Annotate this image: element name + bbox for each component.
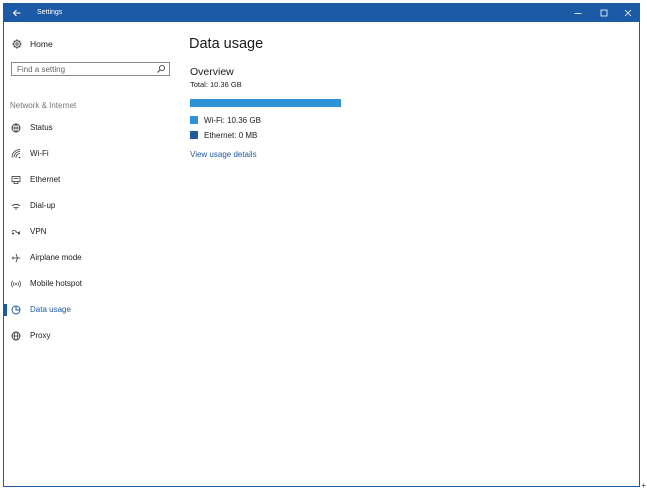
view-usage-details-link[interactable]: View usage details: [190, 150, 257, 159]
usage-bar-fill: [190, 99, 341, 107]
resize-grip[interactable]: +: [641, 481, 646, 490]
search-input[interactable]: [12, 63, 157, 75]
close-button[interactable]: [615, 4, 639, 22]
vpn-icon: [11, 229, 21, 235]
globe-icon: [11, 331, 21, 341]
sidebar: Home Network & Internet Status Wi-Fi Eth…: [4, 22, 182, 486]
sidebar-item-proxy[interactable]: Proxy: [4, 328, 182, 344]
home-label: Home: [30, 39, 53, 49]
sidebar-item-label: Dial-up: [30, 201, 56, 210]
ethernet-color-swatch: [190, 131, 198, 139]
sidebar-item-label: VPN: [30, 227, 47, 236]
main-content: Data usage Overview Total: 10.36 GB Wi-F…: [189, 22, 639, 486]
back-button[interactable]: [4, 4, 28, 22]
data-usage-icon: [11, 305, 21, 315]
close-icon: [624, 9, 632, 17]
sidebar-item-label: Data usage: [30, 305, 71, 314]
maximize-button[interactable]: [591, 4, 617, 22]
home-nav-item[interactable]: Home: [12, 36, 53, 52]
sidebar-item-label: Ethernet: [30, 175, 61, 184]
sidebar-item-label: Mobile hotspot: [30, 279, 83, 288]
selection-indicator: [4, 304, 7, 316]
gear-icon: [12, 39, 22, 49]
window-title: Settings: [37, 9, 63, 16]
status-icon: [11, 123, 21, 133]
sidebar-item-status[interactable]: Status: [4, 120, 182, 136]
usage-bar: [190, 99, 341, 107]
section-heading: Network & Internet: [10, 101, 77, 110]
back-arrow-icon: [12, 9, 20, 17]
wifi-color-swatch: [190, 116, 198, 124]
total-usage: Total: 10.36 GB: [190, 80, 242, 89]
sidebar-item-label: Airplane mode: [30, 253, 82, 262]
minimize-button[interactable]: [565, 4, 591, 22]
sidebar-item-label: Wi-Fi: [30, 149, 49, 158]
minimize-icon: [574, 13, 582, 14]
dialup-icon: [11, 204, 21, 210]
overview-heading: Overview: [190, 66, 234, 78]
search-icon[interactable]: [156, 64, 166, 74]
wifi-icon: [11, 149, 21, 159]
sidebar-item-dialup[interactable]: Dial-up: [4, 198, 182, 214]
page-title: Data usage: [189, 36, 264, 52]
legend-label: Ethernet: 0 MB: [204, 130, 258, 140]
sidebar-item-data-usage[interactable]: Data usage: [4, 302, 182, 318]
sidebar-item-wifi[interactable]: Wi-Fi: [4, 146, 182, 162]
legend-label: Wi-Fi: 10.36 GB: [204, 115, 261, 125]
sidebar-item-label: Status: [30, 123, 53, 132]
sidebar-item-vpn[interactable]: VPN: [4, 224, 182, 240]
sidebar-item-mobile-hotspot[interactable]: Mobile hotspot: [4, 276, 182, 292]
settings-window: Settings Home Network & Internet Status …: [3, 3, 640, 487]
hotspot-icon: [11, 280, 21, 288]
sidebar-item-label: Proxy: [30, 331, 51, 340]
title-bar: Settings: [4, 4, 639, 22]
legend-item-ethernet: Ethernet: 0 MB: [190, 129, 257, 141]
ethernet-icon: [11, 176, 21, 184]
sidebar-item-airplane-mode[interactable]: Airplane mode: [4, 250, 182, 266]
airplane-icon: [11, 253, 21, 263]
search-box[interactable]: [11, 62, 170, 76]
legend-item-wifi: Wi-Fi: 10.36 GB: [190, 114, 261, 126]
maximize-icon: [600, 9, 608, 17]
sidebar-item-ethernet[interactable]: Ethernet: [4, 172, 182, 188]
